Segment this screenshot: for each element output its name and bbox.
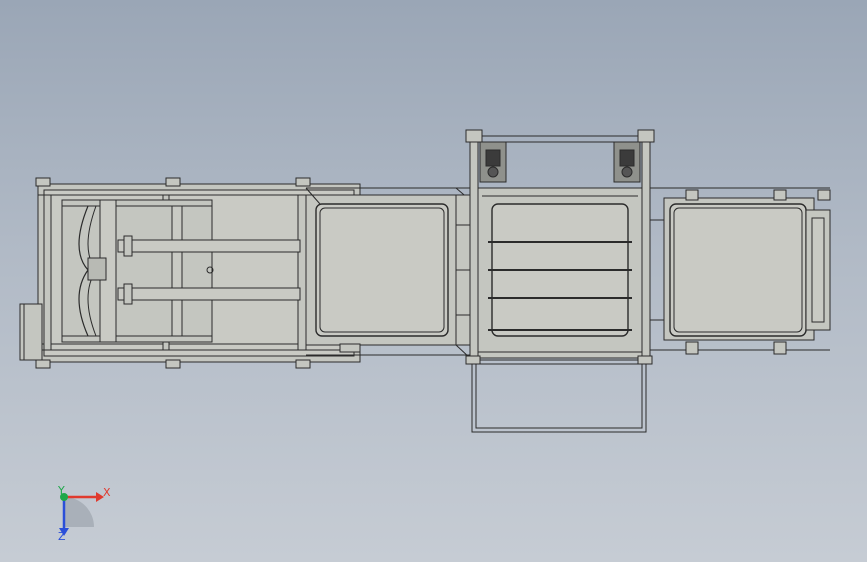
triad-quadrant [64,497,94,527]
mount-bracket [35,359,51,369]
conveyor-assembly-model[interactable] [0,0,867,562]
tray-3-inner [673,207,803,333]
rod-clamp-2 [123,283,133,305]
bracket [339,343,361,353]
top-mount-left [465,129,483,143]
gear-shaft [487,166,499,178]
post [641,141,651,361]
frame-post-left [43,194,52,351]
gear-drive-right [613,141,641,183]
mount-bracket [295,177,311,187]
guide-rod-lower [117,287,301,301]
bracket [773,341,787,355]
mount-bracket [35,177,51,187]
gear-motor [485,149,501,167]
y-axis-label: Y [58,484,65,497]
guide-rod-upper [117,239,301,253]
bracket [817,189,831,201]
graphics-viewport[interactable]: X Y Z [0,0,867,562]
gear-motor [619,149,635,167]
x-axis-label: X [103,486,111,499]
tray-station-2-with-drives[interactable] [465,129,655,433]
top-mount-right [637,129,655,143]
frame-post-right [297,194,307,351]
drive-motor [19,303,43,361]
z-axis-label: Z [58,530,66,543]
tray-1-inner [319,207,445,333]
lift-carriage [61,199,213,343]
pull-out-frame [471,359,647,433]
carriage-upright [171,205,183,337]
lift-cylinder-head [87,257,107,281]
bracket [685,341,699,355]
mount-bracket [165,359,181,369]
pull-out-frame-inner [475,363,643,429]
bracket [465,355,481,365]
mount-bracket [165,177,181,187]
mount-bracket [295,359,311,369]
tray-station-1[interactable] [305,187,471,359]
post [469,141,479,361]
gear-drive-left [479,141,507,183]
tray-station-3[interactable] [650,187,831,355]
gear-shaft [621,166,633,178]
bracket [685,189,699,201]
bracket [773,189,787,201]
end-stop-pad [811,217,825,323]
rod-clamp-1 [123,235,133,257]
bracket [637,355,653,365]
